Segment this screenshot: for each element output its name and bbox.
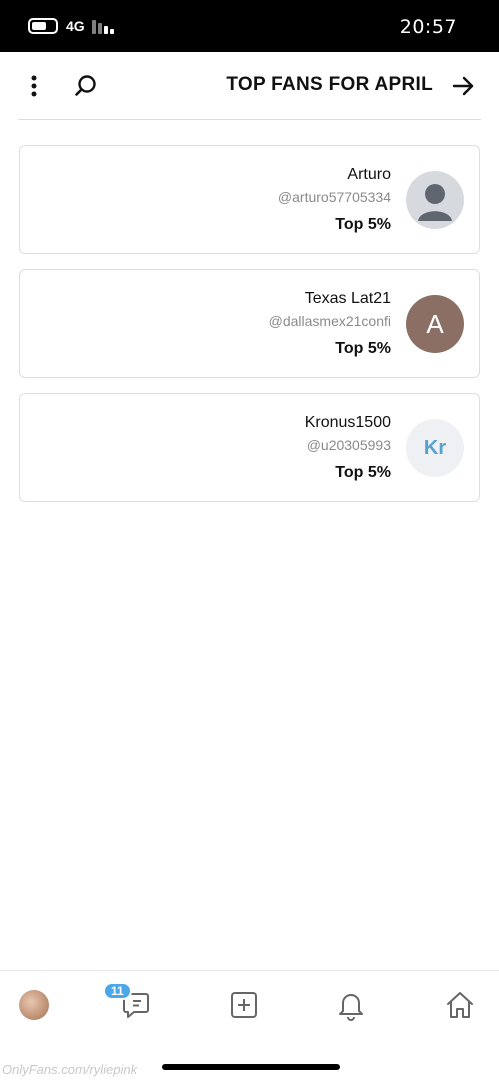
- search-icon[interactable]: [72, 72, 100, 100]
- fan-handle: @dallasmex21confi: [268, 313, 391, 329]
- letter-avatar[interactable]: A: [406, 295, 464, 353]
- fan-handle: @arturo57705334: [277, 189, 391, 205]
- fan-card[interactable]: Kr Kronus1500 @u20305993 Top 5%: [19, 393, 480, 502]
- back-arrow-icon[interactable]: [449, 72, 477, 100]
- fan-name[interactable]: Arturo: [347, 166, 391, 184]
- nav-profile[interactable]: [14, 985, 54, 1025]
- fan-name[interactable]: Kronus1500: [305, 414, 391, 432]
- header-divider: [18, 119, 481, 120]
- fan-handle: @u20305993: [306, 437, 391, 453]
- fan-card[interactable]: A Texas Lat21 @dallasmex21confi Top 5%: [19, 269, 480, 378]
- messages-badge: 11: [103, 982, 132, 1000]
- more-options-icon[interactable]: [22, 72, 46, 100]
- fan-rank: Top 5%: [335, 340, 391, 357]
- signal-icon: [92, 20, 114, 34]
- fan-rank: Top 5%: [335, 216, 391, 233]
- add-post-icon[interactable]: [224, 985, 264, 1025]
- network-type: 4G: [66, 18, 85, 34]
- status-bar: 4G 20:57: [0, 0, 499, 52]
- fan-name[interactable]: Texas Lat21: [305, 290, 391, 308]
- battery-icon: [28, 18, 58, 34]
- fan-rank: Top 5%: [335, 464, 391, 481]
- watermark-text: OnlyFans.com/ryliepink: [2, 1062, 138, 1077]
- initials-avatar[interactable]: Kr: [406, 419, 464, 477]
- home-indicator[interactable]: [162, 1064, 340, 1070]
- default-avatar-icon[interactable]: [406, 171, 464, 229]
- profile-avatar[interactable]: [19, 990, 49, 1020]
- home-icon[interactable]: [440, 985, 480, 1025]
- page-title: TOP FANS FOR APRIL: [226, 74, 433, 95]
- fan-card[interactable]: Arturo @arturo57705334 Top 5%: [19, 145, 480, 254]
- notifications-icon[interactable]: [331, 985, 371, 1025]
- status-time: 20:57: [399, 16, 457, 38]
